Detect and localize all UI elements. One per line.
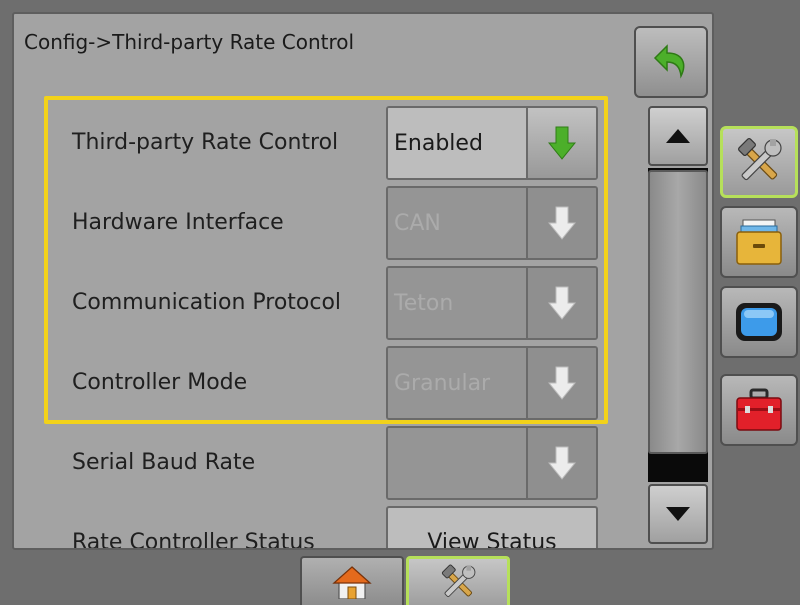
serial-baud-rate-dropdown[interactable] (386, 426, 598, 500)
arrow-down-icon (548, 445, 576, 481)
triangle-up-icon (666, 129, 690, 143)
view-status-button[interactable]: View Status (386, 506, 598, 548)
arrow-down-icon (548, 125, 576, 161)
dropdown-arrow-button[interactable] (526, 108, 596, 178)
dropdown-value: CAN (388, 188, 526, 258)
home-icon (332, 565, 372, 599)
controller-mode-dropdown[interactable]: Granular (386, 346, 598, 420)
tab-home[interactable] (300, 556, 404, 605)
side-nav-tools[interactable] (720, 126, 798, 198)
hardware-interface-dropdown[interactable]: CAN (386, 186, 598, 260)
scroll-down-button[interactable] (648, 484, 708, 544)
label-third-party-rate-control: Third-party Rate Control (72, 130, 339, 155)
label-rate-controller-status: Rate Controller Status (72, 530, 315, 550)
dropdown-arrow-button[interactable] (526, 188, 596, 258)
label-serial-baud-rate: Serial Baud Rate (72, 450, 256, 475)
scrollbar-thumb[interactable] (648, 170, 708, 454)
scroll-up-button[interactable] (648, 106, 708, 166)
arrow-down-icon (548, 285, 576, 321)
back-arrow-icon (653, 42, 689, 82)
tab-tools[interactable] (406, 556, 510, 605)
dropdown-arrow-button[interactable] (526, 428, 596, 498)
label-communication-protocol: Communication Protocol (72, 290, 342, 315)
arrow-down-icon (548, 365, 576, 401)
side-nav-files[interactable] (720, 206, 798, 278)
side-nav-display[interactable] (720, 286, 798, 358)
dropdown-arrow-button[interactable] (526, 268, 596, 338)
file-drawer-icon (733, 218, 785, 266)
triangle-down-icon (666, 507, 690, 521)
back-button[interactable] (634, 26, 708, 98)
config-panel: Config->Third-party Rate Control Third-p… (12, 12, 714, 550)
toolbox-icon (733, 386, 785, 434)
dropdown-value: Teton (388, 268, 526, 338)
tools-icon (436, 563, 480, 603)
scrollbar-track[interactable] (648, 168, 708, 482)
tools-icon (733, 136, 785, 188)
dropdown-arrow-button[interactable] (526, 348, 596, 418)
dropdown-value: Enabled (388, 108, 526, 178)
dropdown-value: Granular (388, 348, 526, 418)
third-party-rate-control-dropdown[interactable]: Enabled (386, 106, 598, 180)
label-hardware-interface: Hardware Interface (72, 210, 284, 235)
dropdown-value (388, 428, 526, 498)
label-controller-mode: Controller Mode (72, 370, 248, 395)
arrow-down-icon (548, 205, 576, 241)
communication-protocol-dropdown[interactable]: Teton (386, 266, 598, 340)
side-nav-toolbox[interactable] (720, 374, 798, 446)
monitor-icon (733, 300, 785, 344)
page-title: Config->Third-party Rate Control (24, 30, 355, 54)
